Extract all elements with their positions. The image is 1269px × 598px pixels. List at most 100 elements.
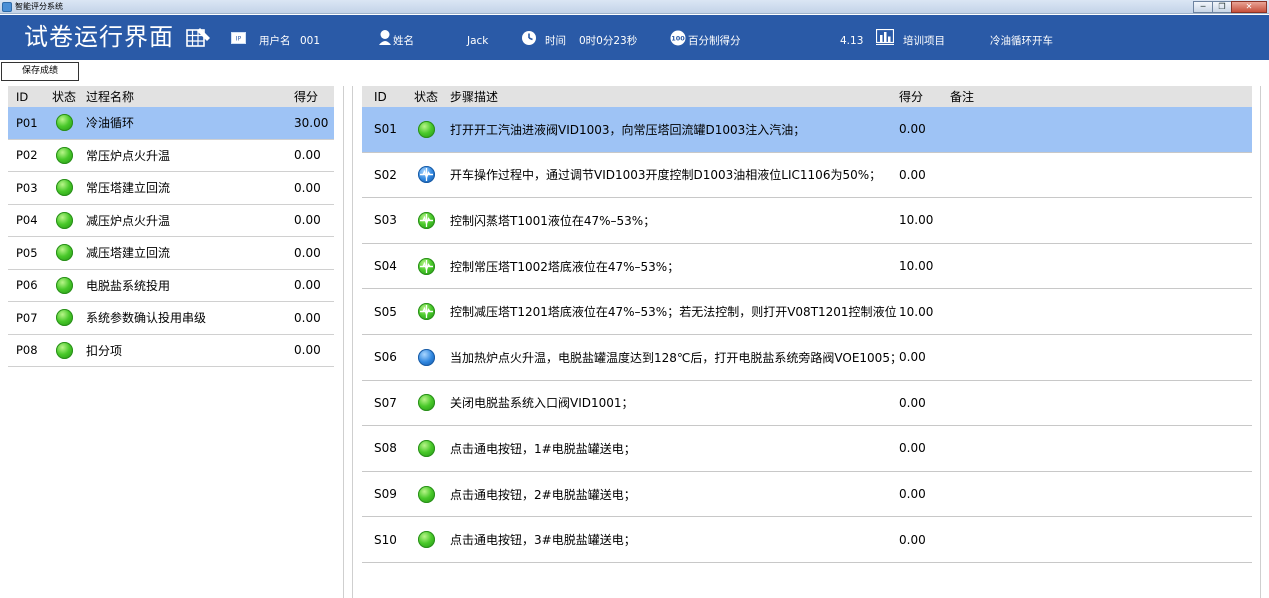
- user-id-icon: IP: [231, 32, 246, 44]
- step-row[interactable]: S07 关闭电脱盐系统入口阀VID1001； 0.00: [362, 381, 1252, 427]
- step-row[interactable]: S05 控制减压塔T1201塔底液位在47%–53%；若无法控制，则打开V08T1…: [362, 289, 1252, 335]
- process-row[interactable]: P07 系统参数确认投用串级 0.00: [8, 302, 334, 335]
- green-status-icon: [55, 179, 73, 197]
- process-status: [42, 341, 86, 359]
- step-row[interactable]: S09 点击通电按钮，2#电脱盐罐送电； 0.00: [362, 472, 1252, 518]
- step-desc: 开车操作过程中，通过调节VID1003开度控制D1003油相液位LIC1106为…: [450, 168, 882, 183]
- step-status: [404, 257, 448, 275]
- time-label: 时间: [545, 35, 566, 47]
- step-desc: 点击通电按钮，3#电脱盐罐送电；: [450, 533, 636, 548]
- header-step-status: 状态: [413, 90, 438, 104]
- step-id: S06: [374, 350, 397, 365]
- blue-status-icon: [417, 348, 435, 366]
- step-row[interactable]: S06 当加热炉点火升温，电脱盐罐温度达到128℃后，打开电脱盐系统旁路阀VOE1…: [362, 335, 1252, 381]
- step-row[interactable]: S04 控制常压塔T1002塔底液位在47%–53%； 10.00: [362, 244, 1252, 290]
- process-row[interactable]: P03 常压塔建立回流 0.00: [8, 172, 334, 205]
- project-label: 培训项目: [903, 35, 945, 47]
- step-table: ID 状态 步骤描述 得分 备注 S01 打开开工汽油进液阀VID1003，向常压…: [362, 86, 1252, 563]
- process-name: 扣分项: [86, 343, 123, 358]
- step-status: [404, 120, 448, 138]
- step-row[interactable]: S03 控制闪蒸塔T1001液位在47%–53%； 10.00: [362, 198, 1252, 244]
- clock-icon: [521, 30, 537, 46]
- step-desc: 点击通电按钮，2#电脱盐罐送电；: [450, 487, 636, 502]
- step-row[interactable]: S10 点击通电按钮，3#电脱盐罐送电； 0.00: [362, 517, 1252, 563]
- user-label: 用户名: [259, 35, 291, 47]
- step-id: S03: [374, 213, 397, 228]
- step-id: S08: [374, 441, 397, 456]
- person-icon: [378, 29, 392, 46]
- process-row[interactable]: P02 常压炉点火升温 0.00: [8, 140, 334, 172]
- step-desc: 控制减压塔T1201塔底液位在47%–53%；若无法控制，则打开V08T1201…: [450, 305, 897, 320]
- step-score: 10.00: [899, 213, 934, 228]
- green-status-icon: [55, 244, 73, 262]
- process-row[interactable]: P06 电脱盐系统投用 0.00: [8, 270, 334, 302]
- step-row[interactable]: S01 打开开工汽油进液阀VID1003，向常压塔回流罐D1003注入汽油； 0.0…: [362, 107, 1252, 153]
- process-id: P01: [16, 115, 38, 130]
- process-status: [42, 146, 86, 164]
- minimize-button[interactable]: ─: [1193, 1, 1213, 13]
- step-desc: 控制闪蒸塔T1001液位在47%–53%；: [450, 213, 656, 228]
- process-name: 冷油循环: [86, 116, 135, 131]
- step-row[interactable]: S08 点击通电按钮，1#电脱盐罐送电； 0.00: [362, 426, 1252, 472]
- step-desc: 点击通电按钮，1#电脱盐罐送电；: [450, 441, 636, 456]
- step-score: 0.00: [899, 487, 926, 502]
- step-table-body: S01 打开开工汽油进液阀VID1003，向常压塔回流罐D1003注入汽油； 0.0…: [362, 107, 1252, 563]
- green-status-icon: [417, 485, 435, 503]
- header-id: ID: [16, 89, 29, 104]
- step-status: [404, 485, 448, 503]
- step-desc: 关闭电脱盐系统入口阀VID1001；: [450, 396, 634, 411]
- name-label: 姓名: [393, 35, 414, 47]
- time-value: 0时0分23秒: [579, 35, 638, 47]
- save-score-button[interactable]: 保存成绩: [1, 62, 79, 81]
- close-button[interactable]: ✕: [1231, 1, 1267, 13]
- right-panel-edge: [1260, 86, 1261, 598]
- process-score: 30.00: [294, 115, 329, 130]
- process-id: P06: [16, 278, 38, 293]
- window-titlebar: 智能评分系统 ─ ❐ ✕: [0, 0, 1269, 14]
- app-icon: [2, 2, 12, 12]
- process-row[interactable]: P05 减压塔建立回流 0.00: [8, 237, 334, 270]
- maximize-button[interactable]: ❐: [1212, 1, 1232, 13]
- step-id: S10: [374, 532, 397, 547]
- process-id: P08: [16, 343, 38, 358]
- process-name: 常压炉点火升温: [86, 148, 171, 163]
- step-desc: 当加热炉点火升温，电脱盐罐温度达到128℃后，打开电脱盐系统旁路阀VOE1005…: [450, 350, 898, 365]
- percent-value: 4.13: [840, 35, 864, 47]
- green-status-icon: [417, 531, 435, 549]
- step-id: S01: [374, 122, 397, 137]
- window-controls: ─ ❐ ✕: [1193, 1, 1267, 13]
- step-id: S09: [374, 487, 397, 502]
- process-name: 减压炉点火升温: [86, 213, 171, 228]
- right-panel-divider: [352, 86, 353, 598]
- process-id: P07: [16, 310, 38, 325]
- step-score: 0.00: [899, 350, 926, 365]
- step-status: [404, 211, 448, 229]
- left-panel-divider: [343, 86, 344, 598]
- blue-wave-status-icon: [417, 166, 435, 184]
- process-id: P05: [16, 245, 38, 260]
- step-status: [404, 439, 448, 457]
- step-score: 0.00: [899, 167, 926, 182]
- green-status-icon: [55, 114, 73, 132]
- process-row[interactable]: P04 减压炉点火升温 0.00: [8, 205, 334, 237]
- step-score: 0.00: [899, 532, 926, 547]
- green-status-icon: [55, 341, 73, 359]
- process-score: 0.00: [294, 310, 321, 325]
- green-status-icon: [417, 439, 435, 457]
- step-table-header: ID 状态 步骤描述 得分 备注: [362, 86, 1252, 107]
- process-id: P02: [16, 148, 38, 163]
- step-status: [404, 348, 448, 366]
- green-status-icon: [55, 309, 73, 327]
- process-row[interactable]: P08 扣分项 0.00: [8, 335, 334, 367]
- step-score: 0.00: [899, 122, 926, 137]
- step-id: S07: [374, 395, 397, 410]
- process-score: 0.00: [294, 180, 321, 195]
- step-status: [404, 531, 448, 549]
- step-status: [404, 166, 448, 184]
- header-bar: 试卷运行界面 IP 用户名 001 姓名 Jack 时间 0时0分23秒 100…: [0, 15, 1269, 60]
- percent-label: 百分制得分: [688, 35, 741, 47]
- step-row[interactable]: S02 开车操作过程中，通过调节VID1003开度控制D1003油相液位LIC11…: [362, 153, 1252, 199]
- name-value: Jack: [467, 35, 489, 47]
- process-row[interactable]: P01 冷油循环 30.00: [8, 107, 334, 140]
- window-title: 智能评分系统: [15, 2, 63, 11]
